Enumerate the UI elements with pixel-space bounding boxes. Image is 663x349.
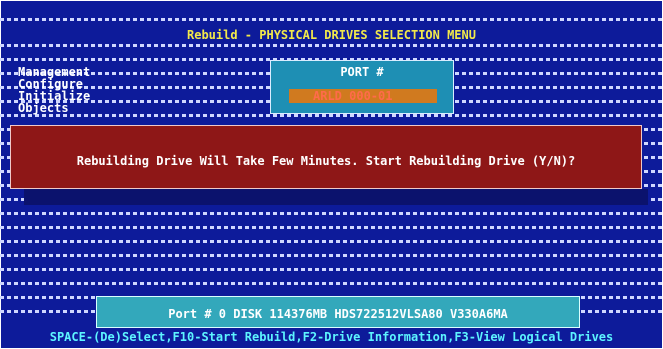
bios-screen: Rebuild - PHYSICAL DRIVES SELECTION MENU… — [0, 0, 663, 349]
dotted-line — [0, 254, 663, 257]
selected-drive[interactable]: ARLD 000-01 — [313, 89, 392, 103]
main-menu: Management Configure Initialize Objects — [18, 66, 90, 114]
dotted-line — [0, 114, 663, 117]
dialog-shadow — [24, 189, 648, 205]
port-selection-panel: PORT # ARLD 000-01 — [270, 60, 454, 114]
dotted-line — [0, 240, 663, 243]
dotted-line — [0, 268, 663, 271]
screen-title: Rebuild - PHYSICAL DRIVES SELECTION MENU — [187, 28, 476, 42]
dotted-line — [0, 226, 663, 229]
drive-status-text: Port # 0 DISK 114376MB HDS722512VLSA80 V… — [168, 307, 508, 321]
dotted-line — [0, 18, 663, 21]
menu-item-objects[interactable]: Objects — [18, 102, 90, 114]
dotted-line — [0, 44, 663, 47]
drive-status-bar: Port # 0 DISK 114376MB HDS722512VLSA80 V… — [96, 296, 580, 328]
dialog-message: Rebuilding Drive Will Take Few Minutes. … — [76, 154, 576, 168]
port-title: PORT # — [340, 65, 384, 79]
rebuild-confirmation-dialog: Rebuilding Drive Will Take Few Minutes. … — [10, 125, 642, 189]
dotted-line — [0, 282, 663, 285]
dotted-line — [0, 212, 663, 215]
key-help-footer: SPACE-(De)Select,F10-Start Rebuild,F2-Dr… — [49, 330, 614, 344]
